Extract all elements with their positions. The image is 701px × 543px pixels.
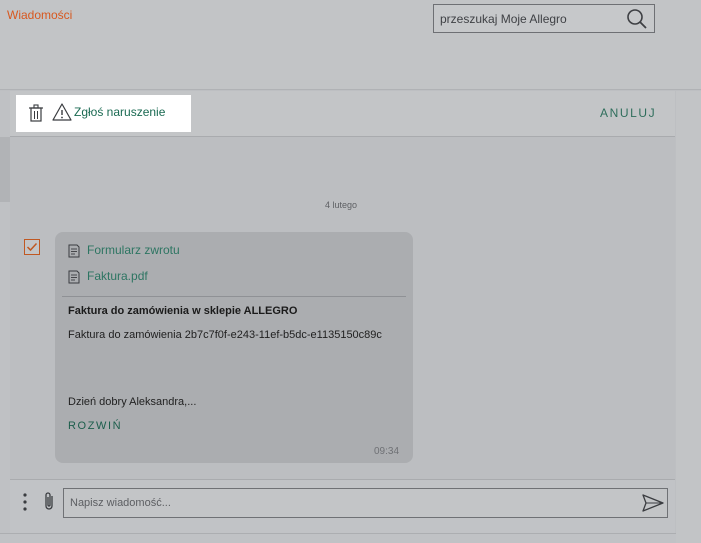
message-subject: Faktura do zamówienia w sklepie ALLEGRO bbox=[68, 305, 298, 317]
search-input[interactable]: przeszukaj Moje Allegro bbox=[433, 4, 655, 33]
warning-icon[interactable] bbox=[52, 103, 72, 121]
search-icon[interactable] bbox=[626, 8, 648, 30]
message-timestamp: 09:34 bbox=[374, 446, 400, 457]
date-separator: 4 lutego bbox=[325, 200, 358, 210]
send-icon[interactable] bbox=[641, 493, 665, 513]
left-strip-shade bbox=[0, 137, 10, 202]
document-icon bbox=[68, 244, 80, 258]
search-placeholder: przeszukaj Moje Allegro bbox=[440, 12, 567, 26]
right-margin bbox=[676, 91, 701, 543]
message-divider bbox=[62, 296, 406, 297]
message-input-placeholder: Napisz wiadomość... bbox=[70, 497, 171, 509]
attachment-link[interactable]: Faktura.pdf bbox=[87, 269, 148, 283]
expand-message-button[interactable]: ROZWIŃ bbox=[68, 420, 122, 432]
checkmark-icon bbox=[26, 242, 38, 252]
report-violation-button[interactable]: Zgłoś naruszenie bbox=[74, 105, 165, 119]
top-bar-divider bbox=[0, 89, 701, 90]
message-greeting: Dzień dobry Aleksandra,... bbox=[68, 396, 197, 408]
attachment-link[interactable]: Formularz zwrotu bbox=[87, 243, 180, 257]
bottom-edge bbox=[0, 533, 676, 543]
cancel-button[interactable]: ANULUJ bbox=[600, 106, 656, 120]
message-input[interactable]: Napisz wiadomość... bbox=[63, 488, 668, 518]
more-vertical-icon[interactable] bbox=[23, 492, 27, 512]
paperclip-icon[interactable] bbox=[42, 490, 56, 512]
trash-icon[interactable] bbox=[28, 104, 44, 122]
message-select-checkbox[interactable] bbox=[24, 239, 40, 255]
document-icon bbox=[68, 270, 80, 284]
messages-link[interactable]: Wiadomości bbox=[7, 8, 72, 22]
message-body-line: Faktura do zamówienia 2b7c7f0f-e243-11ef… bbox=[68, 329, 382, 341]
